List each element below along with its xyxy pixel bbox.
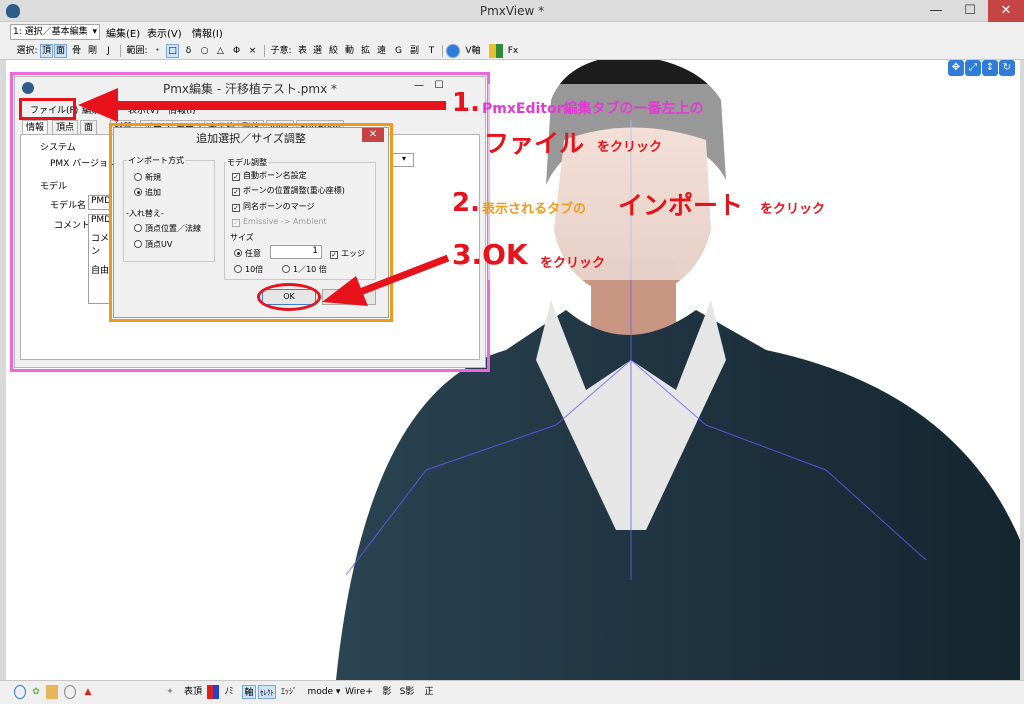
step1-tail: をクリック <box>597 140 663 155</box>
arrow-3-head <box>322 276 368 306</box>
step2-tail: をクリック <box>760 202 826 217</box>
step1-text: PmxEditor編集タブの一番左上の <box>482 101 704 117</box>
step3-tail: をクリック <box>540 256 606 271</box>
step2-keyword: インポート <box>618 191 744 220</box>
arrow-1-shaft <box>110 101 446 110</box>
arrow-1-head <box>78 88 118 122</box>
step1-keyword: ファイル <box>484 129 585 158</box>
arrow-3-shaft <box>358 254 450 296</box>
step1-number: 1. <box>452 88 480 118</box>
step2-text: 表示されるタブの <box>482 202 587 217</box>
step3-keyword: 3.OK <box>452 238 528 271</box>
step2-number: 2. <box>452 188 480 218</box>
